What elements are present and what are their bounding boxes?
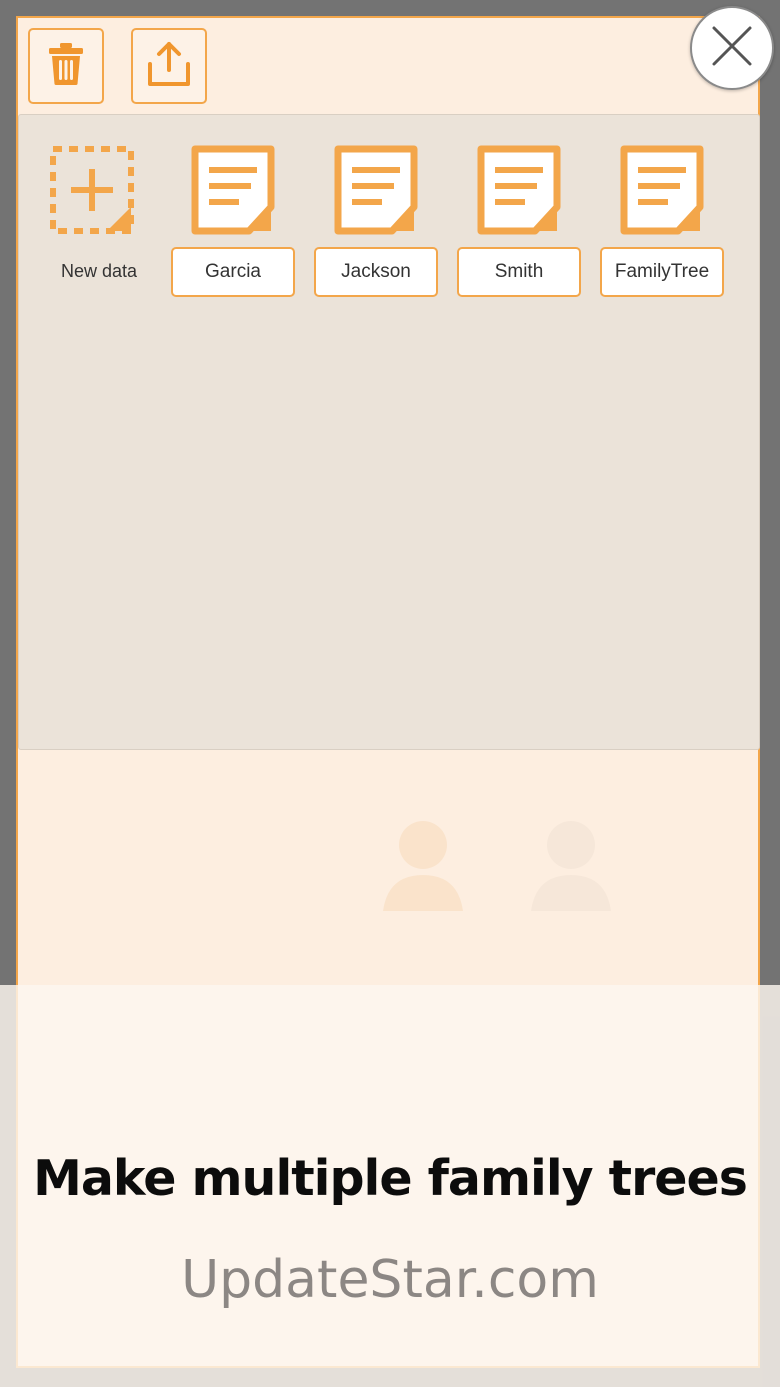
new-data-item[interactable]: New data [49,145,149,281]
export-button[interactable] [131,28,207,104]
file-name-button[interactable]: Jackson [314,247,438,297]
add-file-icon [49,145,149,240]
file-list: New data Garcia Jackson Smith FamilyTree [18,114,760,750]
file-name-button[interactable]: Smith [457,247,581,297]
close-button[interactable] [690,6,774,90]
document-icon [477,145,561,240]
trash-icon [48,42,84,91]
document-icon [334,145,418,240]
document-icon [191,145,275,240]
file-item[interactable]: Smith [457,145,581,297]
new-data-label: New data [60,261,138,281]
watermark-text: UpdateStar.com [181,1250,599,1310]
file-item[interactable]: FamilyTree [600,145,724,297]
person-silhouette-icon [378,813,468,918]
file-name-button[interactable]: Garcia [171,247,295,297]
person-silhouette-icon [526,813,616,918]
file-item[interactable]: Jackson [314,145,438,297]
close-icon [710,24,754,73]
file-name-button[interactable]: FamilyTree [600,247,724,297]
caption-title: Make multiple family trees [33,1150,748,1207]
file-item[interactable]: Garcia [171,145,295,297]
delete-button[interactable] [28,28,104,104]
upload-icon [145,40,193,93]
document-icon [620,145,704,240]
